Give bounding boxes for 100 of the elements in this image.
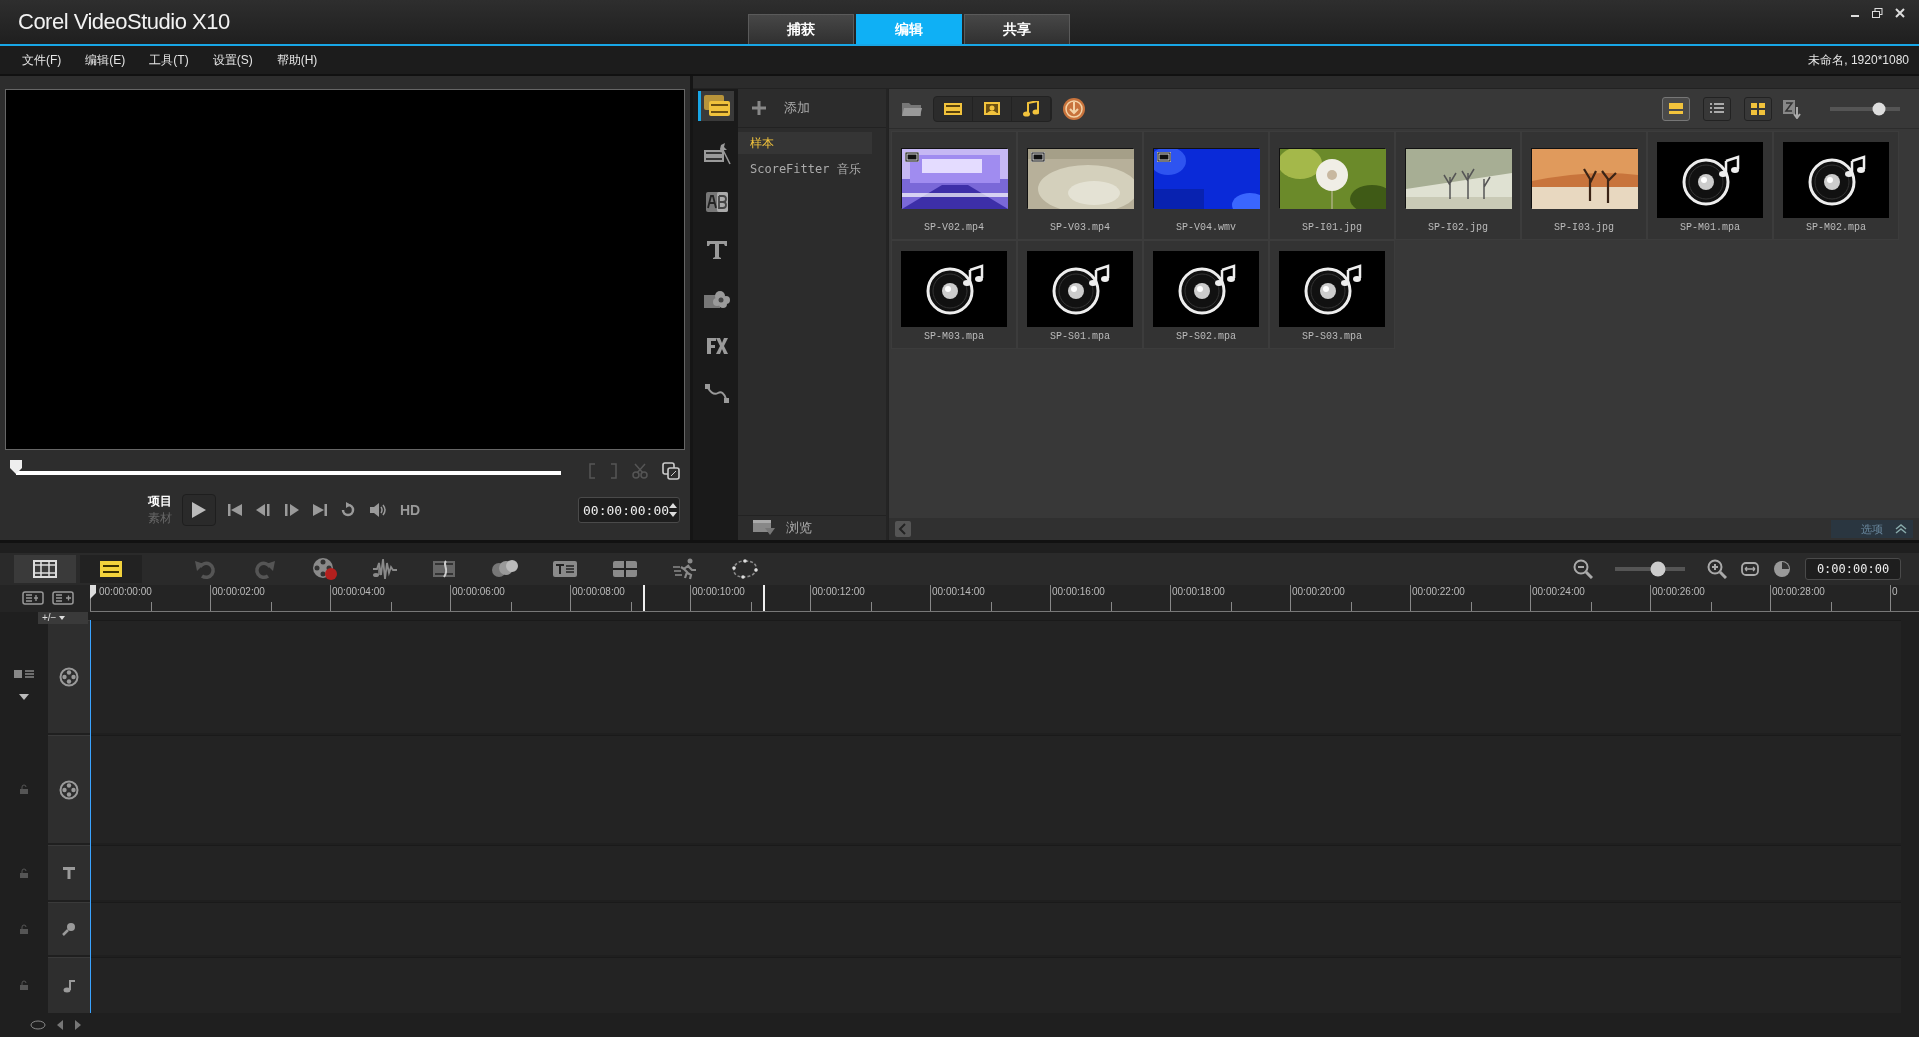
folder-item[interactable]: ScoreFitter 音乐: [738, 158, 872, 180]
media-item[interactable]: SP-I02.jpg: [1395, 131, 1521, 240]
ruler-label: 00:00:04:00: [332, 586, 385, 597]
view-mode-button[interactable]: [1744, 96, 1772, 121]
restore-icon[interactable]: [1872, 8, 1883, 18]
clock-icon[interactable]: [1773, 560, 1791, 578]
media-name: SP-I01.jpg: [1302, 222, 1362, 233]
motion-loop-icon[interactable]: [732, 559, 758, 579]
media-name: SP-S01.mpa: [1050, 331, 1110, 342]
category-tab[interactable]: [697, 91, 734, 121]
ruler-label: 00:00:10:00: [692, 586, 745, 597]
media-name: SP-M03.mpa: [924, 331, 984, 342]
add-folder-button[interactable]: 添加: [738, 89, 886, 128]
media-item[interactable]: SP-S03.mpa: [1269, 240, 1395, 349]
add-remove-button[interactable]: +/−: [38, 612, 88, 624]
step-back-icon[interactable]: [255, 503, 271, 517]
play-button[interactable]: [182, 494, 216, 526]
media-item[interactable]: SP-S02.mpa: [1143, 240, 1269, 349]
skip-start-icon[interactable]: [228, 503, 242, 517]
media-item[interactable]: SP-I03.jpg: [1521, 131, 1647, 240]
ruler-label: 00:00:14:00: [932, 586, 985, 597]
browse-icon: [752, 519, 776, 537]
skip-end-icon[interactable]: [313, 503, 327, 517]
menu-item[interactable]: 文件(F): [12, 51, 72, 69]
music-track-icon[interactable]: [62, 978, 76, 993]
fit-project-icon[interactable]: [1741, 561, 1759, 577]
record-reel-icon[interactable]: [312, 557, 338, 581]
media-name: SP-V03.mp4: [1050, 222, 1110, 233]
media-item[interactable]: SP-M02.mpa: [1773, 131, 1899, 240]
media-item[interactable]: SP-M03.mpa: [891, 240, 1017, 349]
step-forward-icon[interactable]: [284, 503, 300, 517]
track-header[interactable]: [48, 735, 90, 843]
view-mode-button[interactable]: [1703, 96, 1731, 121]
media-name: SP-V04.wmv: [1176, 222, 1236, 233]
media-item[interactable]: SP-S01.mpa: [1017, 240, 1143, 349]
project-info: 未命名, 1920*1080: [1808, 51, 1910, 69]
track-header[interactable]: [48, 620, 90, 733]
running-figure-icon[interactable]: [672, 558, 698, 580]
split-screen-icon[interactable]: [612, 559, 638, 579]
ripple-edit-icon[interactable]: [14, 667, 34, 680]
timeline-icon: [99, 560, 123, 578]
zoom-in-icon[interactable]: [1707, 559, 1727, 579]
audio-wave-icon[interactable]: [372, 557, 398, 581]
film-reel-icon[interactable]: [59, 667, 79, 687]
import-icon[interactable]: [1062, 96, 1086, 121]
microphone-icon[interactable]: [62, 922, 76, 936]
film-reel-icon[interactable]: [59, 779, 79, 800]
media-name: SP-V02.mp4: [924, 222, 984, 233]
film-wand-icon[interactable]: [703, 142, 731, 166]
scroll-right-icon[interactable]: [74, 1020, 82, 1030]
insert-track-icon[interactable]: [52, 591, 74, 605]
blend-icon[interactable]: [491, 559, 519, 579]
ruler-label: 0: [1892, 586, 1898, 597]
track-header[interactable]: [48, 845, 90, 900]
scroll-left-icon[interactable]: [56, 1020, 64, 1030]
media-name: SP-I02.jpg: [1428, 222, 1488, 233]
motion-path-icon[interactable]: [705, 384, 729, 404]
track-header[interactable]: [48, 902, 90, 955]
menu-item[interactable]: 帮助(H): [266, 51, 328, 69]
storyboard-view-button[interactable]: [14, 555, 76, 583]
ab-transition-icon[interactable]: [705, 191, 729, 213]
title-track-icon[interactable]: [62, 866, 76, 880]
menu-item[interactable]: 工具(T): [139, 51, 199, 69]
media-item[interactable]: SP-V03.mp4: [1017, 131, 1143, 240]
zoom-out-icon[interactable]: [1573, 559, 1593, 579]
track-header[interactable]: [48, 957, 90, 1013]
volume-icon[interactable]: [369, 502, 387, 518]
mode-tab[interactable]: 共享: [964, 14, 1070, 44]
media-folder-icon[interactable]: [703, 94, 731, 118]
mode-tab[interactable]: 捕获: [748, 14, 854, 44]
timecode-field[interactable]: 0:00:00:00: [1805, 558, 1901, 580]
grid-view-icon: [1750, 101, 1766, 116]
ruler-label: 00:00:26:00: [1652, 586, 1705, 597]
close-icon[interactable]: [1895, 8, 1905, 18]
media-item[interactable]: SP-M01.mpa: [1647, 131, 1773, 240]
media-item[interactable]: SP-V02.mp4: [891, 131, 1017, 240]
track-manager-icon[interactable]: [22, 591, 44, 605]
caret-icon[interactable]: [19, 693, 29, 700]
folder-item[interactable]: 样本: [738, 132, 872, 154]
view-mode-button[interactable]: [1662, 96, 1690, 121]
fx-icon[interactable]: [706, 337, 728, 355]
media-item[interactable]: SP-V04.wmv: [1143, 131, 1269, 240]
mode-label[interactable]: 项目: [148, 493, 182, 510]
repeat-icon[interactable]: [340, 502, 356, 518]
sort-icon[interactable]: [1782, 98, 1802, 119]
hd-toggle[interactable]: HD: [400, 502, 421, 518]
subtitle-icon[interactable]: [552, 559, 578, 579]
menu-item[interactable]: 设置(S): [202, 51, 263, 69]
timecode-field[interactable]: 00:00:00:00: [578, 497, 680, 523]
title-icon[interactable]: [706, 240, 728, 260]
copy-icon[interactable]: [662, 462, 680, 480]
spin-arrows-icon[interactable]: [669, 502, 678, 518]
media-name: SP-S03.mpa: [1302, 331, 1362, 342]
media-item[interactable]: SP-I01.jpg: [1269, 131, 1395, 240]
ruler-label: 00:00:24:00: [1532, 586, 1585, 597]
scrub-handle-icon[interactable]: [10, 460, 22, 474]
menu-item[interactable]: 编辑(E): [75, 51, 136, 69]
timeline-view-button[interactable]: [80, 555, 142, 583]
plus-icon: [752, 101, 766, 115]
options-button[interactable]: 选项: [1831, 520, 1913, 538]
